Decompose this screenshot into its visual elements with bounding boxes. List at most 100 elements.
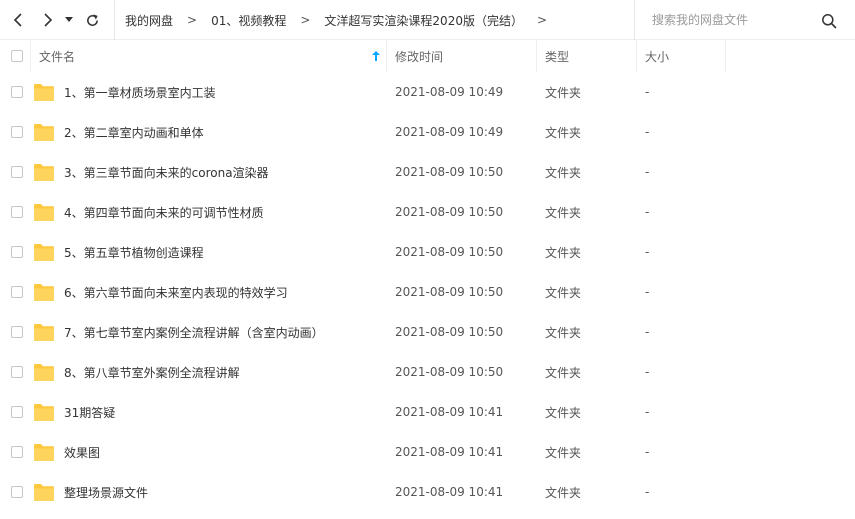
- row-checkbox[interactable]: [11, 206, 23, 218]
- refresh-icon: [86, 13, 98, 26]
- file-modified-time: 2021-08-09 10:50: [395, 205, 504, 219]
- file-type: 文件夹: [545, 285, 582, 300]
- file-size: -: [645, 325, 650, 339]
- column-header-modified-label: 修改时间: [395, 49, 444, 64]
- forward-button[interactable]: [38, 10, 58, 30]
- file-name[interactable]: 1、第一章材质场景室内工装: [64, 72, 216, 112]
- file-modified-time: 2021-08-09 10:50: [395, 165, 504, 179]
- file-row[interactable]: 31期答疑 2021-08-09 10:41 文件夹 -: [0, 392, 855, 432]
- row-checkbox[interactable]: [11, 486, 23, 498]
- file-modified-time: 2021-08-09 10:49: [395, 85, 504, 99]
- folder-icon: [34, 404, 54, 421]
- breadcrumb-separator: >: [300, 13, 311, 27]
- row-checkbox[interactable]: [11, 246, 23, 258]
- breadcrumb-item-root[interactable]: 我的网盘: [125, 12, 173, 29]
- file-name[interactable]: 整理场景源文件: [64, 472, 148, 512]
- file-name[interactable]: 8、第八章节室外案例全流程讲解: [64, 352, 240, 392]
- file-row[interactable]: 6、第六章节面向未来室内表现的特效学习 2021-08-09 10:50 文件夹…: [0, 272, 855, 312]
- chevron-right-icon: [44, 13, 53, 27]
- folder-icon: [34, 284, 54, 301]
- file-name[interactable]: 31期答疑: [64, 392, 115, 432]
- file-row[interactable]: 8、第八章节室外案例全流程讲解 2021-08-09 10:50 文件夹 -: [0, 352, 855, 392]
- file-row[interactable]: 5、第五章节植物创造课程 2021-08-09 10:50 文件夹 -: [0, 232, 855, 272]
- search-box: [634, 0, 855, 40]
- search-input[interactable]: [652, 13, 812, 27]
- column-header-name[interactable]: 文件名: [30, 40, 386, 72]
- folder-icon: [34, 164, 54, 181]
- breadcrumb-item-video-tutorials[interactable]: 01、视频教程: [211, 12, 286, 29]
- row-checkbox[interactable]: [11, 326, 23, 338]
- folder-icon: [34, 124, 54, 141]
- select-all-cell: [11, 40, 23, 72]
- file-type: 文件夹: [545, 245, 582, 260]
- folder-icon: [34, 204, 54, 221]
- file-modified-time: 2021-08-09 10:50: [395, 365, 504, 379]
- file-type: 文件夹: [545, 205, 582, 220]
- file-type: 文件夹: [545, 485, 582, 500]
- row-checkbox[interactable]: [11, 406, 23, 418]
- row-checkbox[interactable]: [11, 366, 23, 378]
- file-size: -: [645, 285, 650, 299]
- top-navigation-bar: 我的网盘 > 01、视频教程 > 文洋超写实渲染课程2020版（完结） >: [0, 0, 855, 40]
- file-size: -: [645, 485, 650, 499]
- column-header-size[interactable]: 大小: [636, 40, 726, 72]
- folder-icon: [34, 484, 54, 501]
- breadcrumb-separator: >: [187, 13, 198, 27]
- file-size: -: [645, 205, 650, 219]
- file-type: 文件夹: [545, 365, 582, 380]
- file-row[interactable]: 效果图 2021-08-09 10:41 文件夹 -: [0, 432, 855, 472]
- chevron-left-icon: [13, 13, 22, 27]
- file-list: 1、第一章材质场景室内工装 2021-08-09 10:49 文件夹 - 2、第…: [0, 72, 855, 512]
- row-checkbox[interactable]: [11, 286, 23, 298]
- file-name[interactable]: 7、第七章节室内案例全流程讲解（含室内动画）: [64, 312, 324, 352]
- row-checkbox[interactable]: [11, 166, 23, 178]
- file-name[interactable]: 5、第五章节植物创造课程: [64, 232, 204, 272]
- row-checkbox[interactable]: [11, 126, 23, 138]
- file-name[interactable]: 效果图: [64, 432, 100, 472]
- file-name[interactable]: 4、第四章节面向未来的可调节性材质: [64, 192, 264, 232]
- row-checkbox[interactable]: [11, 446, 23, 458]
- column-header-name-label: 文件名: [39, 49, 76, 64]
- file-modified-time: 2021-08-09 10:50: [395, 245, 504, 259]
- search-icon[interactable]: [821, 13, 837, 29]
- sort-ascending-icon[interactable]: [372, 51, 380, 61]
- file-size: -: [645, 445, 650, 459]
- file-size: -: [645, 165, 650, 179]
- file-name[interactable]: 3、第三章节面向未来的corona渲染器: [64, 152, 269, 192]
- file-row[interactable]: 3、第三章节面向未来的corona渲染器 2021-08-09 10:50 文件…: [0, 152, 855, 192]
- file-name[interactable]: 2、第二章室内动画和单体: [64, 112, 204, 152]
- file-row[interactable]: 7、第七章节室内案例全流程讲解（含室内动画） 2021-08-09 10:50 …: [0, 312, 855, 352]
- file-modified-time: 2021-08-09 10:50: [395, 285, 504, 299]
- folder-icon: [34, 324, 54, 341]
- column-header-type-label: 类型: [545, 49, 570, 64]
- column-header-size-label: 大小: [645, 49, 670, 64]
- file-name[interactable]: 6、第六章节面向未来室内表现的特效学习: [64, 272, 288, 312]
- refresh-button[interactable]: [82, 10, 102, 30]
- file-size: -: [645, 245, 650, 259]
- file-row[interactable]: 2、第二章室内动画和单体 2021-08-09 10:49 文件夹 -: [0, 112, 855, 152]
- breadcrumb-item-course[interactable]: 文洋超写实渲染课程2020版（完结）: [324, 12, 523, 29]
- file-size: -: [645, 85, 650, 99]
- caret-down-icon: [65, 17, 73, 22]
- history-dropdown-button[interactable]: [62, 10, 76, 30]
- folder-icon: [34, 444, 54, 461]
- file-row[interactable]: 4、第四章节面向未来的可调节性材质 2021-08-09 10:50 文件夹 -: [0, 192, 855, 232]
- file-row[interactable]: 整理场景源文件 2021-08-09 10:41 文件夹 -: [0, 472, 855, 512]
- file-modified-time: 2021-08-09 10:41: [395, 485, 504, 499]
- column-header-modified[interactable]: 修改时间: [386, 40, 536, 72]
- folder-icon: [34, 84, 54, 101]
- column-header-type[interactable]: 类型: [536, 40, 636, 72]
- file-type: 文件夹: [545, 85, 582, 100]
- back-button[interactable]: [8, 10, 28, 30]
- file-size: -: [645, 125, 650, 139]
- file-row[interactable]: 1、第一章材质场景室内工装 2021-08-09 10:49 文件夹 -: [0, 72, 855, 112]
- file-size: -: [645, 405, 650, 419]
- file-list-header: 文件名 修改时间 类型 大小: [0, 40, 855, 72]
- file-modified-time: 2021-08-09 10:41: [395, 405, 504, 419]
- breadcrumb: 我的网盘 > 01、视频教程 > 文洋超写实渲染课程2020版（完结） >: [114, 0, 561, 40]
- select-all-checkbox[interactable]: [11, 50, 23, 62]
- file-modified-time: 2021-08-09 10:41: [395, 445, 504, 459]
- file-modified-time: 2021-08-09 10:50: [395, 325, 504, 339]
- file-type: 文件夹: [545, 325, 582, 340]
- row-checkbox[interactable]: [11, 86, 23, 98]
